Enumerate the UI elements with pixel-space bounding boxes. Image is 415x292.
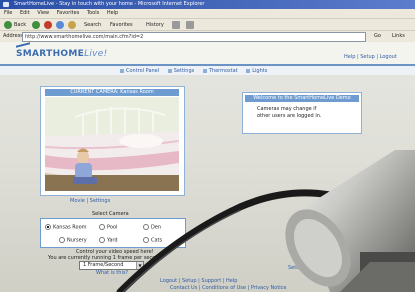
camera-panel: CURRENT CAMERA: Kansas Room [40, 86, 185, 196]
radio-icon [143, 237, 149, 243]
radio-selected-icon [45, 224, 51, 230]
bullet-icon [202, 68, 207, 73]
nav-label: Settings [173, 68, 195, 74]
welcome-box: Welcome to the SmartHomeLive Demo Camera… [242, 92, 362, 134]
home-icon[interactable] [68, 21, 76, 29]
radio-label: Den [151, 224, 162, 231]
radio-icon [59, 237, 65, 243]
refresh-icon[interactable] [56, 21, 64, 29]
setup-room-link[interactable]: Setup This Room [288, 265, 330, 271]
radio-label: Nursery [67, 237, 87, 244]
nav-label: Control Panel [126, 68, 160, 74]
radio-label: Yard [107, 237, 118, 244]
radio-icon [99, 224, 105, 230]
what-is-this-link[interactable]: What is this? [96, 270, 128, 276]
go-button[interactable]: Go [374, 33, 381, 39]
menu-tools[interactable]: Tools [87, 10, 99, 16]
radio-pool[interactable]: Pool [99, 224, 117, 231]
menu-edit[interactable]: Edit [20, 10, 30, 16]
frame-rate-select[interactable]: 1 Frame/Second ▼ [79, 261, 144, 270]
nav-thermostat[interactable]: Thermostat [202, 68, 238, 74]
smarthome-live-logo[interactable]: SMARTHOMELive! [16, 42, 108, 59]
menu-help[interactable]: Help [107, 10, 118, 16]
radio-nursery[interactable]: Nursery [59, 237, 87, 244]
radio-icon [143, 224, 149, 230]
radio-den[interactable]: Den [143, 224, 161, 231]
camera-links[interactable]: Movie | Settings [70, 198, 110, 204]
footer-links-primary[interactable]: Logout | Setup | Support | Help [160, 278, 237, 284]
camera-title: CURRENT CAMERA: Kansas Room [45, 89, 179, 96]
welcome-line-2: other users are logged in. [257, 113, 322, 119]
radio-label: Cats [151, 237, 163, 244]
main-nav: Control Panel Settings Thermostat Lights [0, 66, 415, 75]
camera-radio-group: Kansas Room Pool Den Nursery Yard Cats [40, 218, 186, 248]
radio-label: Pool [107, 224, 118, 231]
logo-live-text: Live! [84, 49, 108, 59]
radio-icon [99, 237, 105, 243]
back-button[interactable]: Back [14, 21, 26, 29]
camera-feed-image[interactable] [45, 97, 179, 191]
chevron-down-icon[interactable]: ▼ [136, 262, 143, 269]
frame-rate-value: 1 Frame/Second [83, 262, 124, 268]
ie-icon [3, 2, 9, 7]
favorites-button[interactable]: Favorites [110, 21, 133, 29]
camera-feed-scene [45, 97, 179, 191]
nav-control-panel[interactable]: Control Panel [120, 68, 159, 74]
forward-arrow-icon[interactable] [32, 21, 40, 29]
nav-label: Lights [252, 68, 268, 74]
menu-favorites[interactable]: Favorites [57, 10, 80, 16]
welcome-heading: Welcome to the SmartHomeLive Demo [245, 95, 359, 102]
bullet-icon [167, 68, 172, 73]
nav-label: Thermostat [208, 68, 238, 74]
radio-yard[interactable]: Yard [99, 237, 118, 244]
bullet-icon [246, 68, 251, 73]
radio-kansas-room[interactable]: Kansas Room [45, 224, 87, 231]
nav-lights[interactable]: Lights [246, 68, 267, 74]
print-icon[interactable] [186, 21, 194, 29]
menu-file[interactable]: File [4, 10, 12, 16]
search-button[interactable]: Search [84, 21, 101, 29]
mail-icon[interactable] [172, 21, 180, 29]
links-button[interactable]: Links [392, 33, 405, 39]
window-title-bar: SmartHomeLive - Stay in touch with your … [0, 0, 415, 9]
back-arrow-icon[interactable] [4, 21, 12, 29]
footer-links-secondary[interactable]: Contact Us | Conditions of Use | Privacy… [170, 285, 287, 291]
nav-settings[interactable]: Settings [167, 68, 195, 74]
welcome-line-1: Cameras may change if [257, 106, 317, 112]
window-title: SmartHomeLive - Stay in touch with your … [14, 1, 205, 7]
select-camera-label: Select Camera [92, 211, 129, 217]
radio-cats[interactable]: Cats [143, 237, 162, 244]
history-button[interactable]: History [146, 21, 164, 29]
site-header: SMARTHOMELive! Help | Setup | Logout [0, 42, 415, 66]
address-input[interactable]: http://www.smarthomelive.com/main.cfm?id… [22, 32, 366, 42]
radio-label: Kansas Room [53, 224, 87, 231]
bullet-icon [120, 68, 124, 73]
stop-icon[interactable] [44, 21, 52, 29]
menu-view[interactable]: View [37, 10, 49, 16]
header-links[interactable]: Help | Setup | Logout [344, 54, 397, 60]
menu-bar: File Edit View Favorites Tools Help [0, 9, 415, 18]
address-label: Address [3, 33, 23, 39]
